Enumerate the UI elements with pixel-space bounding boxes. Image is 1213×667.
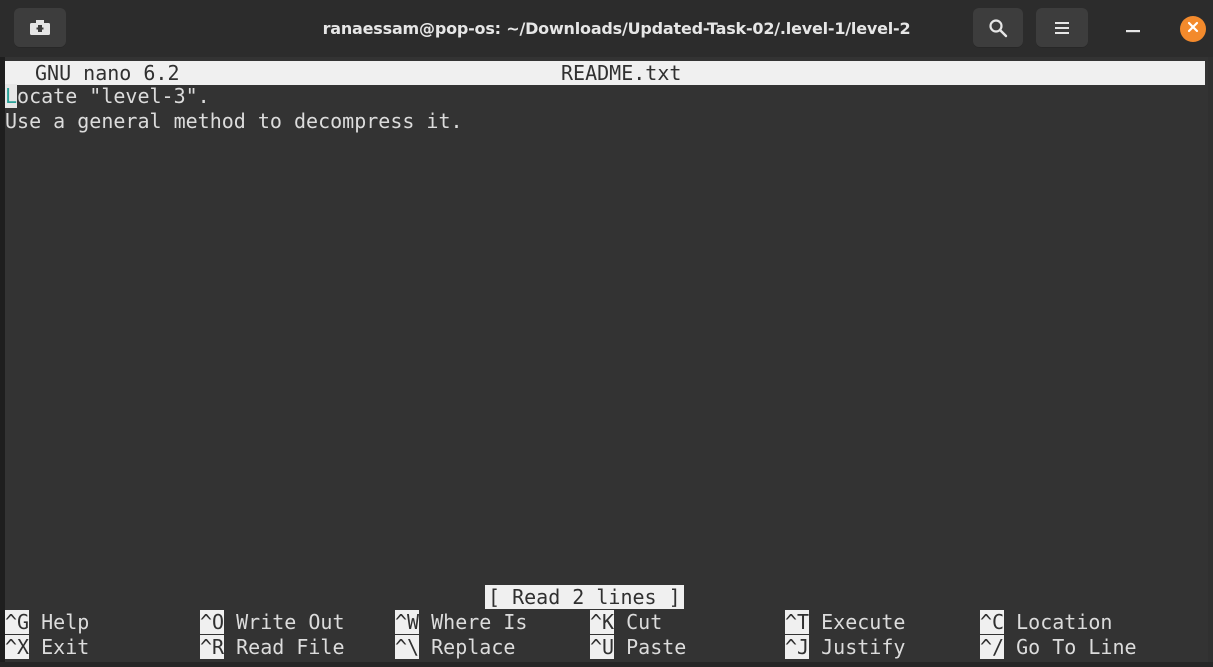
shortcut-execute: ^T Execute [785,610,905,635]
shortcut-label: Replace [419,635,516,659]
shortcut-key: ^C [980,610,1005,634]
shortcut-key: ^T [785,610,810,634]
shortcut-help: ^G Help [5,610,89,635]
shortcut-label: Exit [29,635,90,659]
window-titlebar: ranaessam@pop-os: ~/Downloads/Updated-Ta… [0,0,1213,57]
minimize-icon [1126,20,1140,38]
shortcut-location: ^C Location [980,610,1112,635]
minimize-button[interactable] [1119,18,1147,40]
shortcut-where-is: ^W Where Is [395,610,527,635]
shortcut-key: ^O [200,610,225,634]
shortcut-write-out: ^O Write Out [200,610,345,635]
status-message: [ Read 2 lines ] [485,585,684,609]
shortcut-label: Justify [809,635,906,659]
shortcut-cut: ^K Cut [590,610,662,635]
shortcut-label: Write Out [224,610,345,634]
shortcut-key: ^R [200,635,225,659]
shortcut-label: Help [29,610,90,634]
search-icon [988,18,1008,38]
shortcut-key: ^K [590,610,615,634]
shortcut-key: ^\ [395,635,420,659]
shortcut-key: ^J [785,635,810,659]
shortcut-label: Cut [614,610,663,634]
shortcut-justify: ^J Justify [785,635,905,660]
nano-header-bar: GNU nano 6.2 README.txt [5,61,1205,85]
shortcut-label: Where Is [419,610,528,634]
menu-button[interactable] [1036,8,1088,48]
shortcut-key: ^G [5,610,30,634]
hamburger-menu-icon [1054,21,1070,35]
shortcut-label: Location [1004,610,1113,634]
shortcut-label: Go To Line [1004,635,1137,659]
text-line-2[interactable]: Use a general method to decompress it. [5,109,463,134]
terminal-view[interactable]: GNU nano 6.2 README.txt Locate "level-3"… [5,57,1208,662]
close-button[interactable] [1180,16,1206,42]
shortcut-key: ^/ [980,635,1005,659]
shortcut-key: ^X [5,635,30,659]
shortcut-label: Read File [224,635,345,659]
shortcut-replace: ^\ Replace [395,635,515,660]
shortcut-paste: ^U Paste [590,635,686,660]
text-line-1[interactable]: Locate "level-3". [5,84,210,109]
close-icon [1187,20,1199,38]
shortcut-exit: ^X Exit [5,635,89,660]
nano-version: GNU nano 6.2 [35,61,180,85]
shortcut-go-to-line: ^/ Go To Line [980,635,1137,660]
shortcut-key: ^U [590,635,615,659]
nano-filename: README.txt [561,61,682,85]
shortcut-key: ^W [395,610,420,634]
window-bottom-edge [0,662,1213,667]
search-button[interactable] [973,8,1023,48]
text-line-1-rest: ocate "level-3". [17,84,210,108]
text-cursor: L [5,84,18,108]
window-title: ranaessam@pop-os: ~/Downloads/Updated-Ta… [322,19,911,38]
shortcut-label: Paste [614,635,687,659]
shortcut-label: Execute [809,610,906,634]
shortcut-read-file: ^R Read File [200,635,345,660]
